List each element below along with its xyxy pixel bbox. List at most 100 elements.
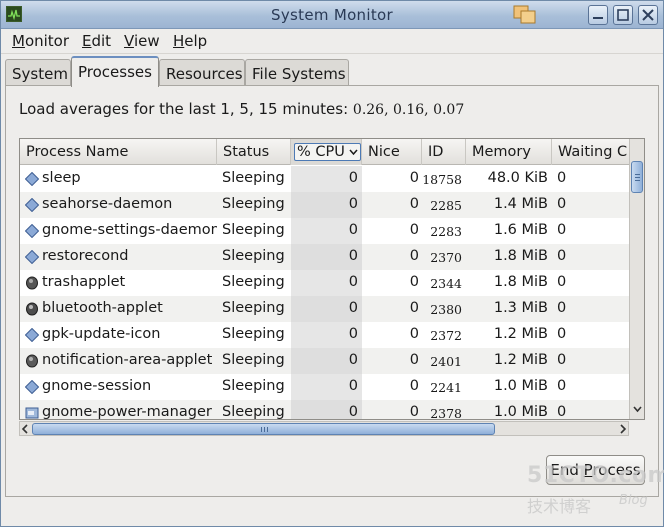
- nice-cell: 0: [409, 170, 419, 186]
- scroll-down-icon[interactable]: [631, 402, 644, 416]
- memory-cell: 1.8 MiB: [493, 274, 548, 290]
- memory-cell: 1.2 MiB: [493, 352, 548, 368]
- status-cell: Sleeping: [222, 222, 285, 238]
- process-name-cell: gnome-session: [42, 378, 152, 394]
- waiting-channel-cell: 0: [557, 404, 567, 420]
- cpu-cell: 0: [348, 378, 358, 394]
- menu-bar: Monitor Edit View Help: [1, 29, 663, 54]
- close-button[interactable]: [638, 5, 658, 25]
- cpu-cell: 0: [348, 170, 358, 186]
- memory-cell: 1.8 MiB: [493, 248, 548, 264]
- menu-view[interactable]: View: [122, 32, 162, 50]
- table-body: sleep Sleeping 0 0 18758 48.0 KiB 0 seahorse-da…: [20, 166, 630, 420]
- menu-edit[interactable]: Edit: [80, 32, 113, 50]
- column-header-status[interactable]: Status: [217, 139, 291, 165]
- table-row[interactable]: sleep Sleeping 0 0 18758 48.0 KiB 0: [20, 166, 630, 192]
- cpu-cell: 0: [348, 248, 358, 264]
- column-header-memory[interactable]: Memory: [466, 139, 552, 165]
- tab-system[interactable]: System: [5, 59, 71, 86]
- nice-cell: 0: [409, 274, 419, 290]
- cpu-cell: 0: [348, 196, 358, 212]
- id-cell: 2378: [430, 406, 462, 420]
- cpu-cell: 0: [348, 300, 358, 316]
- waiting-channel-cell: 0: [557, 170, 567, 186]
- table-row[interactable]: gnome-session Sleeping 0 0 2241 1.0 MiB 0: [20, 374, 630, 400]
- process-name-cell: gnome-power-manager: [42, 404, 212, 420]
- table-row[interactable]: trashapplet Sleeping 0 0 2344 1.8 MiB 0: [20, 270, 630, 296]
- minimize-button[interactable]: [588, 5, 608, 25]
- waiting-channel-cell: 0: [557, 326, 567, 342]
- table-row[interactable]: gnome-settings-daemon Sleeping 0 0 2283 1.6 M…: [20, 218, 630, 244]
- table-row[interactable]: gnome-power-manager Sleeping 0 0 2378 1.0 MiB…: [20, 400, 630, 420]
- waiting-channel-cell: 0: [557, 352, 567, 368]
- process-name-cell: bluetooth-applet: [42, 300, 163, 316]
- status-cell: Sleeping: [222, 170, 285, 186]
- cpu-cell: 0: [348, 404, 358, 420]
- cpu-cell: 0: [348, 222, 358, 238]
- sort-descending-icon: [349, 149, 359, 156]
- maximize-button[interactable]: [613, 5, 633, 25]
- horizontal-scrollbar-thumb[interactable]: [32, 423, 495, 435]
- table-row[interactable]: restorecond Sleeping 0 0 2370 1.8 MiB 0: [20, 244, 630, 270]
- process-table[interactable]: Process Name Status % CPU Nice ID Memory…: [19, 138, 645, 420]
- status-cell: Sleeping: [222, 352, 285, 368]
- id-cell: 2401: [430, 354, 462, 369]
- vertical-scrollbar-thumb[interactable]: [631, 161, 643, 193]
- cpu-cell: 0: [348, 274, 358, 290]
- scroll-left-icon[interactable]: [19, 422, 32, 436]
- process-name-cell: gpk-update-icon: [42, 326, 161, 342]
- process-name-cell: seahorse-daemon: [42, 196, 173, 212]
- column-header-waiting-channel[interactable]: Waiting C: [552, 139, 630, 165]
- memory-cell: 1.2 MiB: [493, 326, 548, 342]
- close-icon: [642, 9, 654, 21]
- end-process-button[interactable]: End Process: [546, 455, 645, 485]
- nice-cell: 0: [409, 222, 419, 238]
- status-cell: Sleeping: [222, 326, 285, 342]
- menu-help[interactable]: Help: [171, 32, 209, 50]
- vertical-scrollbar[interactable]: [629, 139, 644, 419]
- process-name-cell: notification-area-applet: [42, 352, 213, 368]
- table-row[interactable]: notification-area-applet Sleeping 0 0 2401 1.…: [20, 348, 630, 374]
- waiting-channel-cell: 0: [557, 274, 567, 290]
- status-cell: Sleeping: [222, 404, 285, 420]
- memory-cell: 48.0 KiB: [487, 170, 548, 186]
- id-cell: 2285: [430, 198, 462, 213]
- column-header-id[interactable]: ID: [422, 139, 466, 165]
- tab-resources[interactable]: Resources: [159, 59, 245, 86]
- process-name-cell: trashapplet: [42, 274, 126, 290]
- nice-cell: 0: [409, 248, 419, 264]
- column-header-process-name[interactable]: Process Name: [20, 139, 217, 165]
- waiting-channel-cell: 0: [557, 222, 567, 238]
- table-row[interactable]: seahorse-daemon Sleeping 0 0 2285 1.4 MiB 0: [20, 192, 630, 218]
- table-row[interactable]: bluetooth-applet Sleeping 0 0 2380 1.3 MiB 0: [20, 296, 630, 322]
- column-header-cpu[interactable]: % CPU: [291, 139, 362, 165]
- system-monitor-window: System Monitor Monitor Edit View Help Sy…: [0, 0, 664, 527]
- column-header-nice[interactable]: Nice: [362, 139, 422, 165]
- menu-monitor[interactable]: Monitor: [10, 32, 71, 50]
- window-title: System Monitor: [271, 6, 393, 24]
- memory-cell: 1.6 MiB: [493, 222, 548, 238]
- nice-cell: 0: [409, 326, 419, 342]
- status-cell: Sleeping: [222, 274, 285, 290]
- title-bar[interactable]: System Monitor: [1, 1, 663, 29]
- id-cell: 18758: [422, 172, 462, 187]
- id-cell: 2283: [430, 224, 462, 239]
- memory-cell: 1.3 MiB: [493, 300, 548, 316]
- scroll-right-icon[interactable]: [616, 422, 629, 436]
- workspace-icon: [513, 5, 537, 25]
- id-cell: 2372: [430, 328, 462, 343]
- status-cell: Sleeping: [222, 248, 285, 264]
- horizontal-scrollbar[interactable]: [19, 421, 629, 436]
- tab-file-systems[interactable]: File Systems: [245, 59, 349, 86]
- status-cell: Sleeping: [222, 196, 285, 212]
- status-cell: Sleeping: [222, 378, 285, 394]
- id-cell: 2380: [430, 302, 462, 317]
- end-process-label: End Process: [550, 461, 641, 479]
- nice-cell: 0: [409, 352, 419, 368]
- table-row[interactable]: gpk-update-icon Sleeping 0 0 2372 1.2 MiB 0: [20, 322, 630, 348]
- process-name-cell: gnome-settings-daemon: [42, 222, 217, 238]
- waiting-channel-cell: 0: [557, 378, 567, 394]
- tab-processes[interactable]: Processes: [71, 56, 159, 87]
- nice-cell: 0: [409, 196, 419, 212]
- waiting-channel-cell: 0: [557, 196, 567, 212]
